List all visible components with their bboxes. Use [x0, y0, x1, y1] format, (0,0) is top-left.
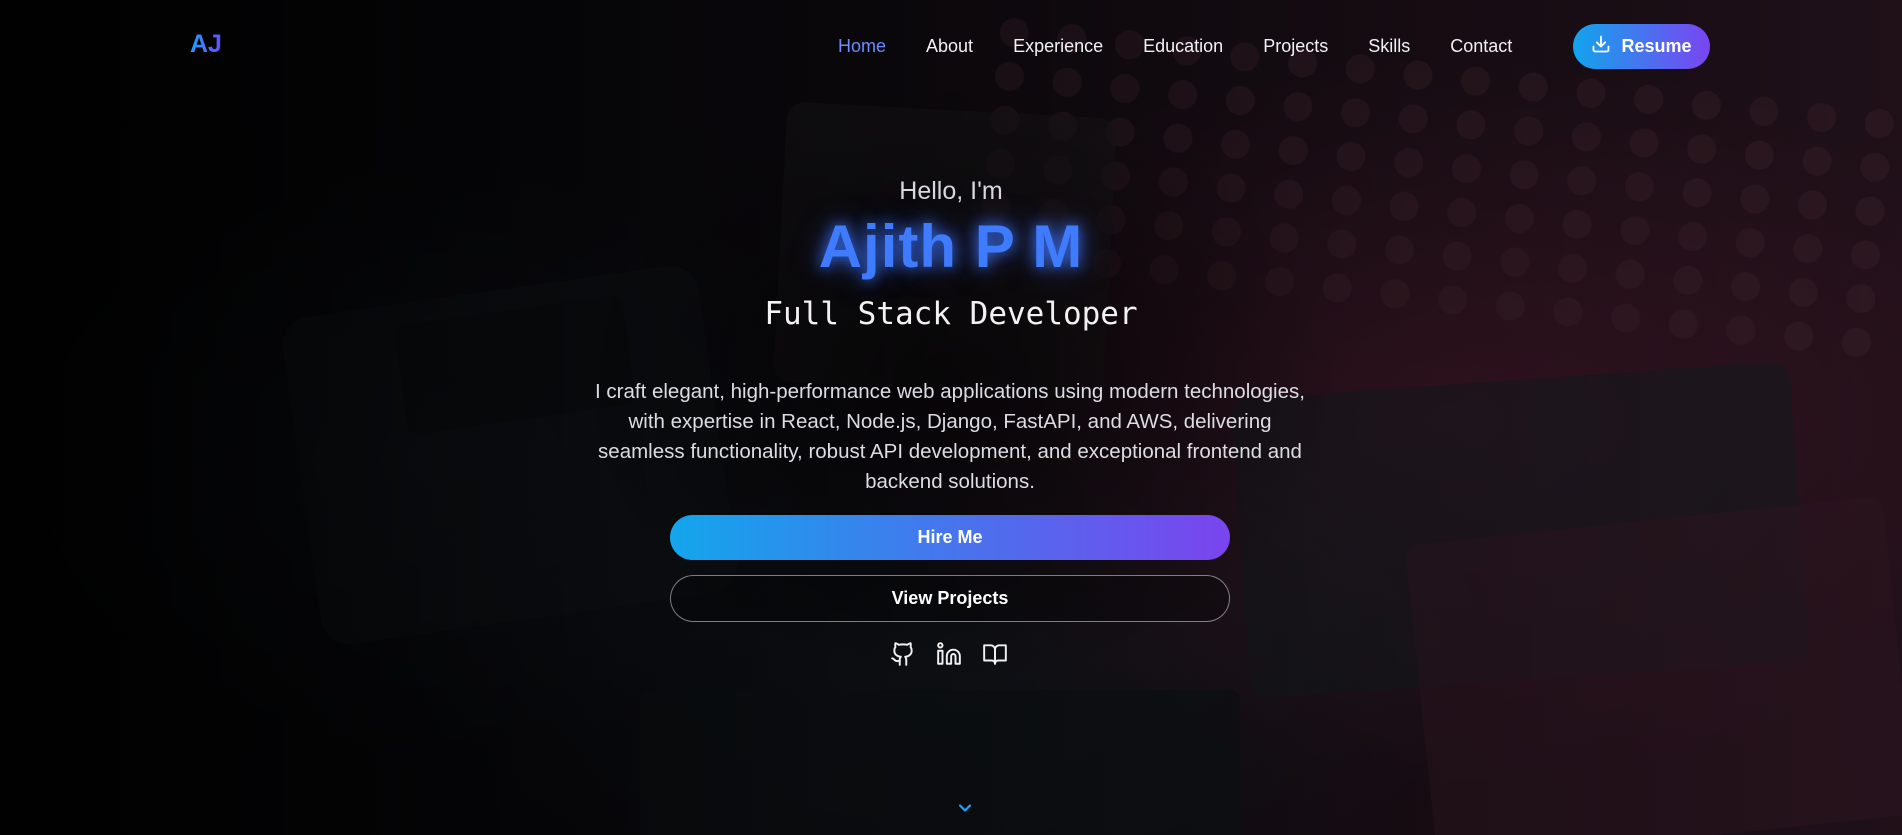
logo[interactable]: AJ — [190, 30, 222, 59]
download-icon — [1591, 34, 1611, 59]
social-links — [890, 641, 1008, 667]
nav-item-education[interactable]: Education — [1143, 36, 1223, 57]
nav-item-home[interactable]: Home — [838, 36, 886, 57]
book-icon[interactable] — [982, 641, 1008, 667]
hire-me-button[interactable]: Hire Me — [670, 515, 1230, 560]
hero-role: Full Stack Developer — [764, 296, 1138, 332]
resume-button[interactable]: Resume — [1573, 24, 1710, 69]
resume-label: Resume — [1621, 36, 1692, 56]
nav-item-contact[interactable]: Contact — [1450, 36, 1512, 57]
hero-name: Ajith P M — [818, 213, 1084, 280]
hero-description: I craft elegant, high-performance web ap… — [595, 380, 1305, 493]
nav-item-projects[interactable]: Projects — [1263, 36, 1328, 57]
chevron-down-icon[interactable] — [955, 798, 975, 818]
view-projects-button[interactable]: View Projects — [670, 575, 1230, 622]
linkedin-icon[interactable] — [936, 641, 962, 667]
github-icon[interactable] — [890, 641, 916, 667]
navbar: AJ Home About Experience Education Proje… — [0, 0, 1902, 92]
nav-item-experience[interactable]: Experience — [1013, 36, 1103, 57]
nav-item-about[interactable]: About — [926, 36, 973, 57]
nav-item-skills[interactable]: Skills — [1368, 36, 1410, 57]
nav-menu: Home About Experience Education Projects… — [838, 36, 1552, 57]
greeting: Hello, I'm — [899, 177, 1003, 205]
